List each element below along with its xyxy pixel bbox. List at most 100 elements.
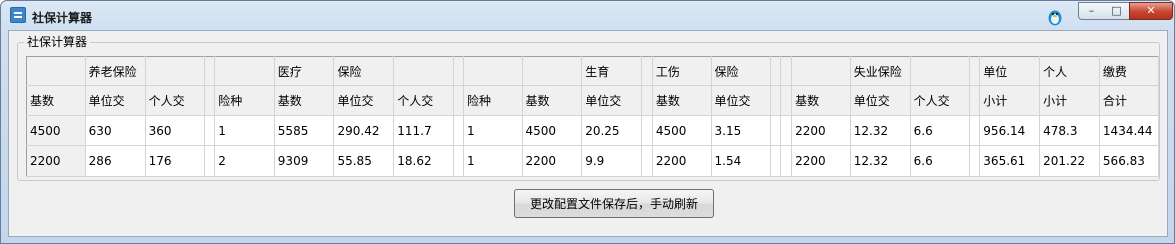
table-cell[interactable] [453, 85, 464, 116]
table-cell[interactable] [204, 85, 216, 116]
table-cell[interactable]: 4500 [652, 115, 712, 146]
table-cell[interactable]: 保险 [711, 56, 772, 86]
qq-penguin-icon[interactable] [1047, 8, 1063, 26]
table-cell[interactable]: 单位交 [581, 85, 642, 116]
table-cell[interactable]: 4500 [26, 115, 86, 146]
table-cell[interactable]: 个人交 [393, 85, 455, 116]
table-cell[interactable]: 单位交 [711, 85, 772, 116]
table-cell[interactable]: 176 [145, 145, 206, 177]
table-cell[interactable]: 1434.44 [1099, 115, 1160, 146]
table-cell[interactable]: 工伤 [652, 56, 712, 86]
table-cell[interactable] [26, 56, 86, 86]
table-cell[interactable]: 2 [214, 145, 275, 177]
app-icon[interactable] [10, 7, 26, 23]
table-cell[interactable] [780, 115, 793, 146]
table-cell[interactable] [969, 115, 981, 146]
table-cell[interactable]: 1 [463, 115, 523, 146]
table-cell[interactable]: 养老保险 [85, 56, 146, 86]
table-cell[interactable]: 290.42 [333, 115, 395, 146]
table-cell[interactable] [204, 56, 216, 86]
table-cell[interactable]: 360 [145, 115, 206, 146]
table-cell[interactable]: 1 [463, 145, 523, 177]
table-cell[interactable]: 6.6 [910, 145, 971, 177]
table-cell[interactable]: 生育 [581, 56, 642, 86]
table-cell[interactable] [453, 115, 464, 146]
table-cell[interactable]: 2200 [26, 145, 86, 177]
table-cell[interactable]: 小计 [979, 85, 1041, 116]
table-cell[interactable]: 630 [85, 115, 146, 146]
table-cell[interactable] [770, 145, 782, 177]
table-cell[interactable]: 合计 [1099, 85, 1160, 116]
table-cell[interactable] [770, 115, 782, 146]
table-cell[interactable]: 基数 [522, 85, 583, 116]
table-cell[interactable]: 111.7 [393, 115, 455, 146]
table-cell[interactable]: 险种 [214, 85, 275, 116]
table-cell[interactable]: 5585 [274, 115, 335, 146]
table-cell[interactable]: 2200 [791, 145, 851, 177]
table-cell[interactable]: 基数 [652, 85, 712, 116]
table-cell[interactable] [641, 56, 653, 86]
table-cell[interactable]: 20.25 [581, 115, 642, 146]
table-cell[interactable] [910, 56, 971, 86]
table-cell[interactable]: 单位交 [85, 85, 146, 116]
table-cell[interactable]: 18.62 [393, 145, 455, 177]
table-cell[interactable]: 1 [214, 115, 275, 146]
close-button[interactable]: ✕ [1129, 2, 1173, 20]
table-cell[interactable]: 2200 [652, 145, 712, 177]
social-security-table[interactable]: 养老保险 医疗 保险 生育 工伤 保险 失业保险 单位 个人 缴费 基数 单位交 个人交 险种 基数 单位交个… [26, 56, 1160, 177]
table-cell[interactable]: 缴费 [1099, 56, 1160, 86]
table-cell[interactable]: 保险 [333, 56, 395, 86]
table-cell[interactable]: 365.61 [979, 145, 1041, 177]
table-cell[interactable] [145, 56, 206, 86]
table-cell[interactable]: 201.22 [1039, 145, 1100, 177]
table-cell[interactable]: 基数 [26, 85, 86, 116]
table-cell[interactable]: 1.54 [711, 145, 772, 177]
table-cell[interactable] [204, 115, 216, 146]
table-cell[interactable] [969, 145, 981, 177]
table-cell[interactable]: 566.83 [1099, 145, 1160, 177]
table-cell[interactable] [204, 145, 216, 177]
table-cell[interactable] [393, 56, 455, 86]
maximize-button[interactable]: □ [1104, 2, 1130, 20]
table-cell[interactable] [969, 85, 981, 116]
table-cell[interactable]: 基数 [791, 85, 851, 116]
table-cell[interactable]: 基数 [274, 85, 335, 116]
table-cell[interactable]: 2200 [522, 145, 583, 177]
table-cell[interactable]: 个人交 [145, 85, 206, 116]
table-cell[interactable]: 4500 [522, 115, 583, 146]
table-cell[interactable] [641, 115, 653, 146]
table-cell[interactable]: 2200 [791, 115, 851, 146]
table-cell[interactable]: 6.6 [910, 115, 971, 146]
table-cell[interactable]: 12.32 [850, 115, 911, 146]
table-cell[interactable]: 单位交 [850, 85, 911, 116]
table-cell[interactable]: 55.85 [333, 145, 395, 177]
table-cell[interactable] [969, 56, 981, 86]
table-cell[interactable] [463, 56, 523, 86]
table-cell[interactable]: 12.32 [850, 145, 911, 177]
table-cell[interactable]: 3.15 [711, 115, 772, 146]
table-cell[interactable]: 小计 [1039, 85, 1100, 116]
title-bar[interactable]: 社保计算器 – □ ✕ [1, 1, 1174, 31]
table-cell[interactable]: 956.14 [979, 115, 1041, 146]
table-cell[interactable]: 9.9 [581, 145, 642, 177]
table-cell[interactable] [780, 85, 793, 116]
table-cell[interactable] [453, 145, 464, 177]
table-cell[interactable] [214, 56, 275, 86]
table-cell[interactable]: 286 [85, 145, 146, 177]
table-cell[interactable] [791, 56, 851, 86]
table-cell[interactable] [770, 85, 782, 116]
table-cell[interactable]: 单位交 [333, 85, 395, 116]
table-cell[interactable] [522, 56, 583, 86]
table-cell[interactable]: 医疗 [274, 56, 335, 86]
table-cell[interactable]: 险种 [463, 85, 523, 116]
minimize-button[interactable]: – [1078, 2, 1105, 20]
table-cell[interactable]: 个人 [1039, 56, 1100, 86]
manual-refresh-button[interactable]: 更改配置文件保存后，手动刷新 [514, 189, 714, 218]
table-cell[interactable] [453, 56, 464, 86]
table-cell[interactable]: 9309 [274, 145, 335, 177]
table-cell[interactable] [641, 145, 653, 177]
table-cell[interactable]: 478.3 [1039, 115, 1100, 146]
table-cell[interactable] [641, 85, 653, 116]
table-cell[interactable]: 失业保险 [850, 56, 911, 86]
table-cell[interactable] [780, 145, 793, 177]
